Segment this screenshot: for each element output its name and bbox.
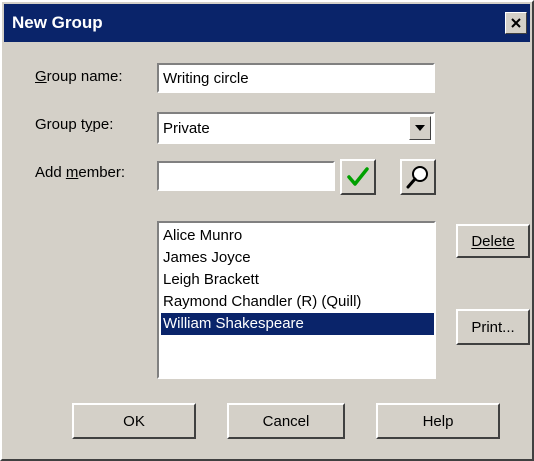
new-group-dialog: New Group Group name: Group type: Privat… (0, 0, 534, 461)
list-item[interactable]: Leigh Brackett (161, 269, 434, 291)
list-item[interactable]: Alice Munro (161, 225, 434, 247)
add-member-label: Add member: (35, 164, 126, 181)
search-member-button[interactable] (400, 159, 436, 195)
delete-button-label: Delete (471, 232, 515, 250)
list-item[interactable]: Raymond Chandler (R) (Quill) (161, 291, 434, 313)
window-title: New Group (12, 13, 103, 32)
cancel-button[interactable]: Cancel (227, 403, 345, 439)
group-name-label: Group name: (35, 68, 123, 85)
magnifier-icon (406, 166, 428, 189)
cancel-button-label: Cancel (262, 412, 310, 430)
add-member-button[interactable] (340, 159, 376, 195)
list-item[interactable]: James Joyce (161, 247, 434, 269)
group-type-value: Private (163, 119, 210, 137)
help-button-label: Help (422, 412, 454, 430)
dropdown-button[interactable] (409, 116, 431, 140)
print-button-label: Print... (471, 318, 515, 336)
chevron-down-icon (415, 125, 425, 131)
help-button[interactable]: Help (376, 403, 500, 439)
add-member-input[interactable] (163, 167, 329, 185)
ok-button-label: OK (123, 412, 145, 430)
checkmark-icon (347, 167, 369, 186)
group-name-input[interactable] (163, 69, 429, 87)
list-item-selected[interactable]: William Shakespeare (161, 313, 434, 335)
member-listbox[interactable]: Alice Munro James Joyce Leigh Brackett R… (157, 221, 436, 379)
close-icon (511, 18, 521, 28)
title-bar[interactable]: New Group (4, 4, 530, 42)
print-button[interactable]: Print... (456, 309, 530, 345)
group-type-label: Group type: (35, 116, 114, 133)
group-name-field[interactable] (157, 63, 435, 93)
ok-button[interactable]: OK (72, 403, 196, 439)
close-button[interactable] (505, 12, 527, 34)
group-type-select[interactable]: Private (157, 112, 435, 144)
delete-button[interactable]: Delete (456, 224, 530, 258)
add-member-field[interactable] (157, 161, 335, 191)
